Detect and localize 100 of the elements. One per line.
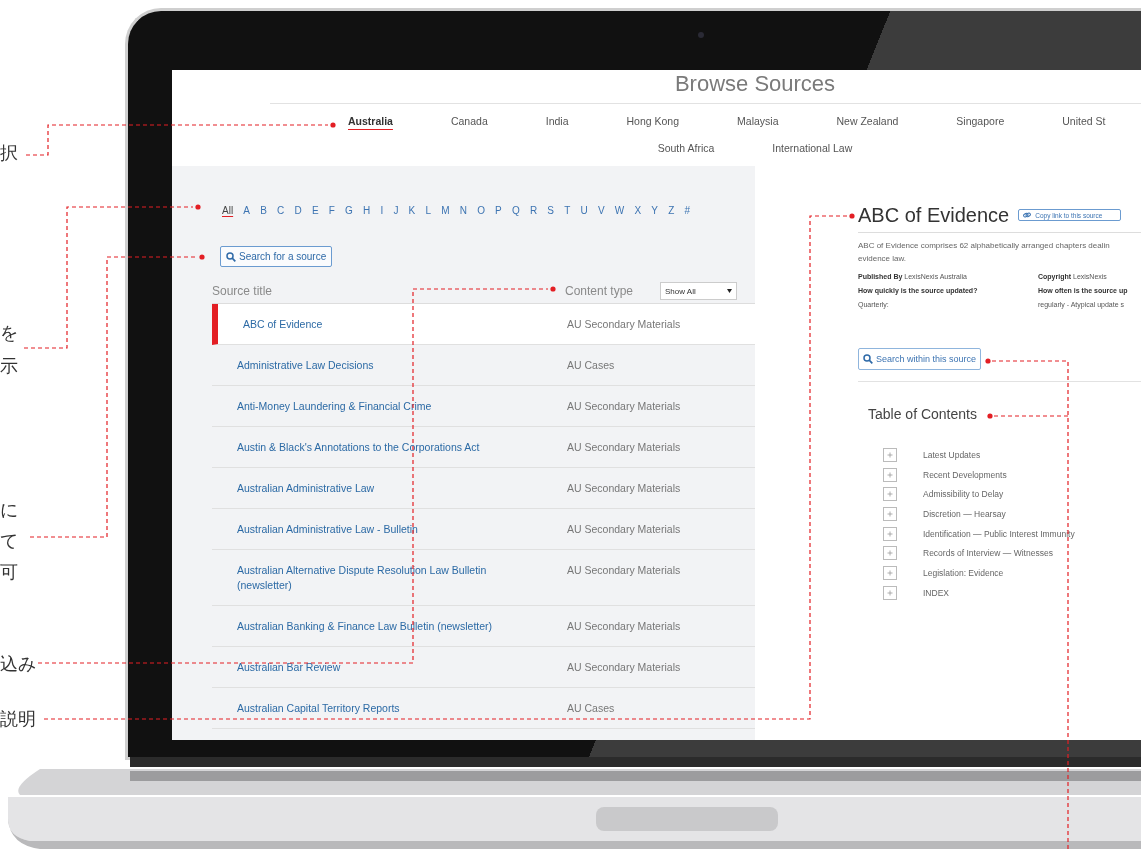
letter-filter[interactable]: U [580,205,588,217]
letter-filter[interactable]: D [294,205,302,217]
letter-filter[interactable]: Z [668,205,675,217]
region-tab[interactable]: Singapore [956,113,1005,129]
region-tab[interactable]: India [545,113,569,129]
letter-filter[interactable]: R [529,205,538,217]
table-row[interactable]: ABC of Evidence AU Secondary Materials [212,304,755,345]
source-link[interactable]: ABC of Evidence [218,316,567,332]
letter-filter[interactable]: # [684,205,690,217]
toc-item[interactable]: Latest Updates [923,449,981,460]
table-row[interactable]: Australian Alternative Dispute Resolution Law Bulletin (newsletter) AU Secondary Materials [212,550,755,606]
toc-item[interactable]: Admissibility to Delay [923,489,1004,500]
letter-filter[interactable]: S [547,205,555,217]
table-row[interactable]: Administrative Law Decisions AU Cases [212,345,755,386]
region-tab[interactable]: Canada [450,113,488,129]
toc-heading: Table of Contents [868,405,977,423]
letter-filter[interactable]: L [425,205,431,217]
expand-icon[interactable] [883,565,897,580]
region-tab[interactable]: South Africa [657,140,715,156]
source-link[interactable]: Anti-Money Laundering & Financial Crime [212,398,567,414]
table-row[interactable]: Australian Bar Review AU Secondary Materials [212,647,755,688]
table-row[interactable]: Australian Banking & Finance Law Bulletin (newsletter) AU Secondary Materials [212,606,755,647]
letter-filter[interactable]: All [222,205,234,217]
toc-item[interactable]: Identification — Public Interest Immunity [923,528,1075,539]
letter-filter[interactable]: Q [511,205,520,217]
table-cell: AU Secondary Materials [567,521,681,537]
letter-filter[interactable]: W [614,205,625,217]
region-tab[interactable]: Malaysia [737,113,779,129]
source-link[interactable]: Australian Bar Review [212,659,567,675]
search-button[interactable]: Search for a source [220,246,333,267]
search-icon [863,354,873,364]
callout-label: を [0,321,18,345]
region-tab[interactable]: International Law [772,140,853,156]
region-tab[interactable]: United St [1062,113,1106,129]
letter-filter[interactable]: B [260,205,267,217]
table-cell: AU Secondary Materials [567,659,681,675]
source-link[interactable]: Administrative Law Decisions [212,357,567,373]
region-tab[interactable]: Hong Kong [626,113,680,129]
link-icon [1023,212,1032,218]
callout-label: 説明 [0,707,36,731]
table-row[interactable]: Austin & Black's Annotations to the Corporations Act AU Secondary Materials [212,427,755,468]
source-link[interactable]: Australian Administrative Law [212,480,567,496]
table-cell: AU Secondary Materials [567,439,681,455]
letter-filter[interactable]: I [380,205,384,217]
toc-item[interactable]: Recent Developments [923,469,1007,480]
expand-icon[interactable] [883,546,897,561]
column-header: Content type [565,284,635,298]
letter-filter[interactable]: J [393,205,399,217]
table-row[interactable]: Anti-Money Laundering & Financial Crime AU Secondary Materials [212,386,755,427]
expand-icon[interactable] [883,467,897,482]
table-cell: AU Secondary Materials [567,480,681,496]
table-cell: AU Cases [567,700,615,716]
toc-item[interactable]: Discretion — Hearsay [923,508,1006,519]
callout-label: 込み [0,652,36,676]
toc-item[interactable]: INDEX [923,587,949,598]
letter-filter[interactable]: G [345,205,353,217]
toc-item[interactable]: Legislation: Evidence [923,567,1004,578]
expand-icon[interactable] [883,447,897,462]
table-row[interactable]: Australian Capital Territory Reports AU Cases [212,688,755,729]
letter-filter[interactable]: O [477,205,485,217]
letter-filter[interactable]: E [311,205,319,217]
letter-filter[interactable]: A [243,205,250,217]
table-cell: AU Secondary Materials [567,618,681,634]
table-cell-text: AU Secondary Materials [567,562,681,578]
expand-icon[interactable] [883,487,897,502]
toc-item[interactable]: Records of Interview — Witnesses [923,548,1053,559]
callout-label: 択 [0,141,18,165]
letter-filter[interactable]: T [564,205,571,217]
region-tab[interactable]: New Zealand [836,113,899,129]
expand-icon[interactable] [883,526,897,541]
table-cell: AU Secondary Materials [567,398,681,414]
callout-label: 示 [0,354,18,378]
letter-filter[interactable]: Y [651,205,658,217]
region-tab[interactable]: Australia [348,113,393,129]
letter-filter[interactable]: P [495,205,502,217]
letter-filter[interactable]: C [277,205,285,217]
source-link[interactable]: Australian Administrative Law - Bulletin [212,521,567,537]
callout-label: 可 [0,560,18,584]
letter-filter[interactable]: X [634,205,642,217]
letter-filter[interactable]: K [408,205,416,217]
letter-filter[interactable]: H [363,205,371,217]
letter-filter[interactable]: M [441,205,450,217]
table-row[interactable]: Australian Administrative Law - Bulletin AU Secondary Materials [212,509,755,550]
callout-label: に [0,498,18,522]
source-link[interactable]: Australian Banking & Finance Law Bulletin (newsletter) [212,618,567,634]
column-header: Source title [212,284,274,298]
camera-icon [698,32,704,38]
source-link[interactable]: Australian Capital Territory Reports [212,700,567,716]
search-within-button[interactable]: Search within this source [858,348,982,370]
table-row[interactable]: Australian Administrative Law AU Secondary Materials [212,468,755,509]
caret-icon [727,289,732,293]
letter-filter[interactable]: V [597,205,605,217]
letter-filter[interactable]: F [328,205,335,217]
letter-filter[interactable]: N [459,205,467,217]
source-link[interactable]: Austin & Black's Annotations to the Corporations Act [212,439,567,455]
source-link[interactable]: Australian Alternative Dispute Resolution Law Bulletin (newsletter) [212,562,567,593]
expand-icon[interactable] [883,506,897,521]
expand-icon[interactable] [883,585,897,600]
filter-select[interactable]: Show All [660,282,737,300]
search-icon [226,251,236,262]
